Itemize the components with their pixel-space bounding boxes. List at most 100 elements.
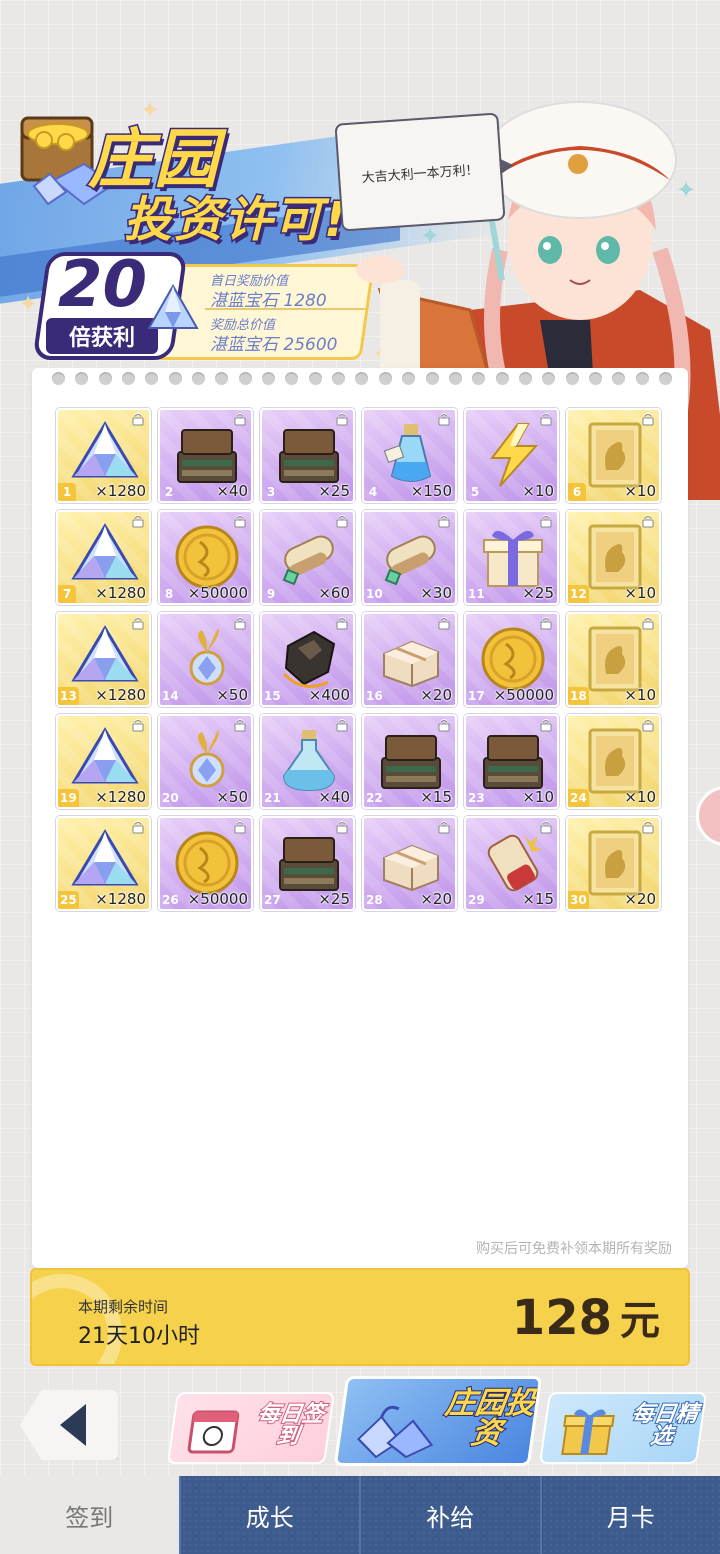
potion-bottle-icon bbox=[383, 424, 432, 482]
lock-icon bbox=[234, 821, 246, 834]
reward-cell[interactable]: 25 ×1280 bbox=[56, 816, 151, 911]
gold-coin-icon bbox=[175, 525, 239, 589]
reward-cell[interactable]: 16 ×20 bbox=[362, 612, 457, 707]
reward-cell[interactable]: 29 ×15 bbox=[464, 816, 559, 911]
red-scroll-icon bbox=[487, 834, 542, 892]
reward-cell[interactable]: 19 ×1280 bbox=[56, 714, 151, 809]
reward-cell[interactable]: 10 ×30 bbox=[362, 510, 457, 605]
reward-cell[interactable]: 27 ×25 bbox=[260, 816, 355, 911]
reward-cell[interactable]: 18 ×10 bbox=[566, 612, 661, 707]
reward-cell[interactable]: 11 ×25 bbox=[464, 510, 559, 605]
ring-hole bbox=[378, 372, 392, 385]
ring-hole bbox=[472, 372, 486, 385]
ring-hole bbox=[52, 372, 65, 385]
reward-index: 9 bbox=[266, 587, 276, 601]
lock-icon bbox=[540, 821, 552, 834]
lock-icon bbox=[642, 719, 654, 732]
lock-icon bbox=[642, 617, 654, 630]
side-peek-avatar[interactable] bbox=[696, 786, 720, 846]
reward-index: 21 bbox=[264, 791, 281, 805]
daily-pick-button[interactable]: 每日精选 bbox=[538, 1392, 708, 1464]
ring-hole bbox=[145, 372, 159, 385]
gem-pile-icon bbox=[357, 1405, 434, 1459]
ring-hole bbox=[635, 372, 649, 385]
reward-cell[interactable]: 3 ×25 bbox=[260, 408, 355, 503]
tab-monthly-card[interactable]: 月卡 bbox=[539, 1476, 720, 1554]
ring-hole bbox=[425, 372, 439, 385]
reward-cell[interactable]: 26 ×50000 bbox=[158, 816, 253, 911]
reward-cell[interactable]: 22 ×15 bbox=[362, 714, 457, 809]
reward-cell[interactable]: 12 ×10 bbox=[566, 510, 661, 605]
gold-ticket-icon bbox=[588, 830, 642, 896]
reward-quantity: ×10 bbox=[624, 482, 656, 500]
reward-index: 5 bbox=[470, 485, 480, 499]
multiplier-number: 20 bbox=[58, 248, 148, 322]
ring-hole bbox=[75, 372, 89, 385]
reward-quantity: ×400 bbox=[308, 686, 350, 704]
reward-cell[interactable]: 24 ×10 bbox=[566, 714, 661, 809]
lock-icon bbox=[540, 617, 552, 630]
gold-ticket-icon bbox=[588, 728, 642, 794]
reward-cell[interactable]: 2 ×40 bbox=[158, 408, 253, 503]
ring-hole bbox=[612, 372, 626, 385]
tab-growth[interactable]: 成长 bbox=[178, 1476, 359, 1554]
reward-cell[interactable]: 23 ×10 bbox=[464, 714, 559, 809]
reward-cell[interactable]: 8 ×50000 bbox=[158, 510, 253, 605]
reward-cell[interactable]: 20 ×50 bbox=[158, 714, 253, 809]
reward-quantity: ×20 bbox=[420, 686, 452, 704]
reward-index: 24 bbox=[568, 789, 589, 807]
total-value-row: 湛蓝宝石 25600 bbox=[210, 330, 337, 355]
reward-cell[interactable]: 9 ×60 bbox=[260, 510, 355, 605]
lock-icon bbox=[234, 515, 246, 528]
tab-signin[interactable]: 签到 bbox=[0, 1476, 179, 1554]
treasure-chest-icon bbox=[483, 735, 543, 789]
treasure-chest-icon bbox=[279, 837, 339, 891]
lock-icon bbox=[642, 515, 654, 528]
parcel-icon bbox=[383, 640, 439, 688]
reward-cell[interactable]: 21 ×40 bbox=[260, 714, 355, 809]
ring-hole bbox=[332, 372, 346, 385]
reward-index: 3 bbox=[266, 485, 276, 499]
reward-quantity: ×10 bbox=[522, 788, 554, 806]
tab-supply[interactable]: 补给 bbox=[359, 1476, 540, 1554]
reward-index: 8 bbox=[164, 587, 174, 601]
lock-icon bbox=[438, 617, 450, 630]
daily-signin-button[interactable]: 每日签到 bbox=[166, 1392, 336, 1464]
reward-cell[interactable]: 7 ×1280 bbox=[56, 510, 151, 605]
reward-cell[interactable]: 4 ×150 bbox=[362, 408, 457, 503]
reward-notebook: 1 ×1280 2 ×40 3 ×25 4 ×150 5 ×10 6 ×10 7 ×1280 8 ×50000… bbox=[32, 368, 688, 1268]
buy-price-button[interactable]: 128 元 bbox=[512, 1288, 660, 1346]
daily-pick-label: 每日精选 bbox=[629, 1401, 701, 1450]
lock-icon bbox=[438, 413, 450, 426]
reward-index: 29 bbox=[468, 893, 485, 907]
back-button[interactable] bbox=[20, 1390, 118, 1460]
sparkle-icon: ✦ bbox=[18, 290, 39, 318]
ring-hole bbox=[588, 372, 602, 385]
reward-index: 15 bbox=[264, 689, 281, 703]
reward-quantity: ×30 bbox=[420, 584, 452, 602]
lock-icon bbox=[438, 515, 450, 528]
notebook-rings bbox=[52, 372, 672, 390]
lock-icon bbox=[132, 617, 144, 630]
reward-cell[interactable]: 1 ×1280 bbox=[56, 408, 151, 503]
reward-cell[interactable]: 13 ×1280 bbox=[56, 612, 151, 707]
reward-index: 10 bbox=[366, 587, 383, 601]
lock-icon bbox=[336, 719, 348, 732]
lock-icon bbox=[132, 821, 144, 834]
potion-flask-icon bbox=[282, 730, 336, 792]
reward-cell[interactable]: 30 ×20 bbox=[566, 816, 661, 911]
lock-icon bbox=[540, 515, 552, 528]
ring-hole bbox=[355, 372, 369, 385]
reward-cell[interactable]: 14 ×50 bbox=[158, 612, 253, 707]
gold-ticket-icon bbox=[588, 524, 642, 590]
reward-cell[interactable]: 5 ×10 bbox=[464, 408, 559, 503]
gold-coin-icon bbox=[175, 831, 239, 895]
manor-invest-button[interactable]: 庄园投资 bbox=[333, 1376, 543, 1466]
reward-cell[interactable]: 17 ×50000 bbox=[464, 612, 559, 707]
ring-hole bbox=[285, 372, 299, 385]
lock-icon bbox=[438, 821, 450, 834]
reward-cell[interactable]: 28 ×20 bbox=[362, 816, 457, 911]
reward-cell[interactable]: 6 ×10 bbox=[566, 408, 661, 503]
reward-index: 20 bbox=[162, 791, 179, 805]
reward-cell[interactable]: 15 ×400 bbox=[260, 612, 355, 707]
